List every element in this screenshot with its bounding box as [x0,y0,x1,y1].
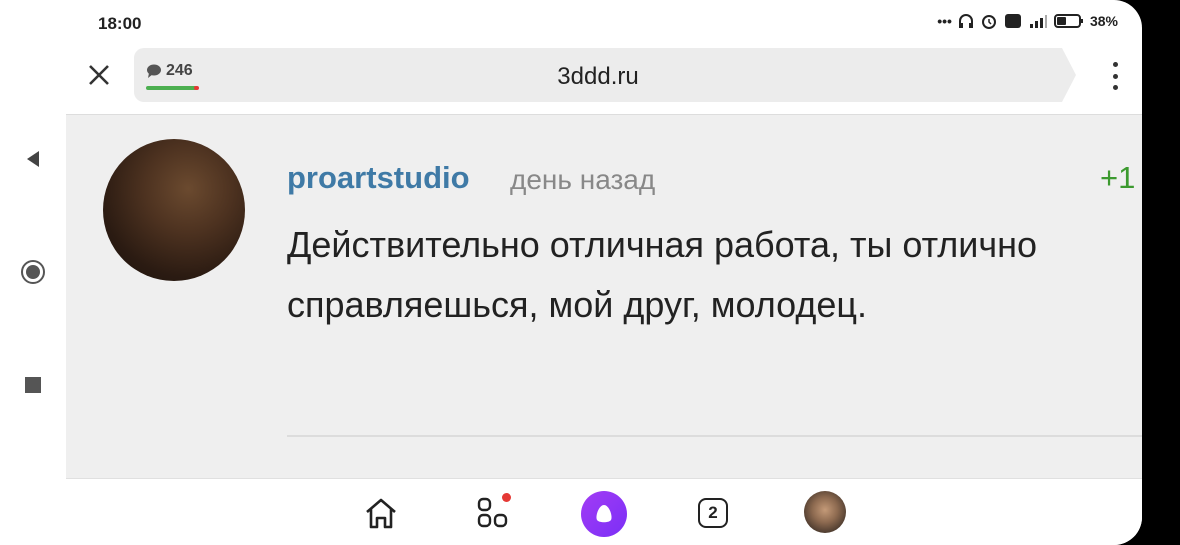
address-bar-arrow [1062,48,1076,102]
profile-avatar[interactable] [804,491,846,533]
tabs-count: 2 [698,498,728,528]
comment-time: день назад [510,164,656,195]
signal-icon [1029,15,1047,28]
author-avatar[interactable] [103,139,245,281]
status-bar: 18:00 ••• 38% [66,0,1142,46]
more-menu-icon[interactable] [1110,62,1120,90]
close-icon[interactable] [84,60,114,90]
system-nav-rail [0,0,66,545]
tabs-button[interactable]: 2 [693,493,733,533]
recent-apps-icon[interactable] [20,372,46,398]
bottom-nav: 2 [66,478,1142,545]
phone-screen: 18:00 ••• 38% 246 3ddd.ru proartstudio д… [66,0,1142,545]
page-url: 3ddd.ru [557,63,639,90]
battery-icon [1053,14,1083,28]
comment-text: Действительно отличная работа, ты отличн… [287,224,1038,325]
address-bar[interactable]: 246 3ddd.ru [134,48,1062,102]
volte-icon [1004,14,1021,28]
divider [287,435,1142,437]
back-icon[interactable] [20,146,46,172]
services-grid-icon[interactable] [473,493,513,533]
battery-percent: 38% [1089,13,1118,29]
status-icons: ••• 38% [937,12,1118,30]
comment-score: +1 [1100,160,1136,195]
alice-assistant-icon[interactable] [581,491,627,537]
headphones-icon [958,14,973,28]
comment-author[interactable]: proartstudio [287,160,470,196]
status-time: 18:00 [98,14,142,33]
more-notifications-icon: ••• [937,13,952,29]
alarm-icon [981,15,996,29]
home-circle-icon[interactable] [20,259,46,285]
notification-dot [502,493,511,502]
browser-toolbar: 246 3ddd.ru [66,46,1142,108]
comment-card: proartstudio день назад +1 Действительно… [66,114,1142,479]
home-icon[interactable] [361,493,401,533]
